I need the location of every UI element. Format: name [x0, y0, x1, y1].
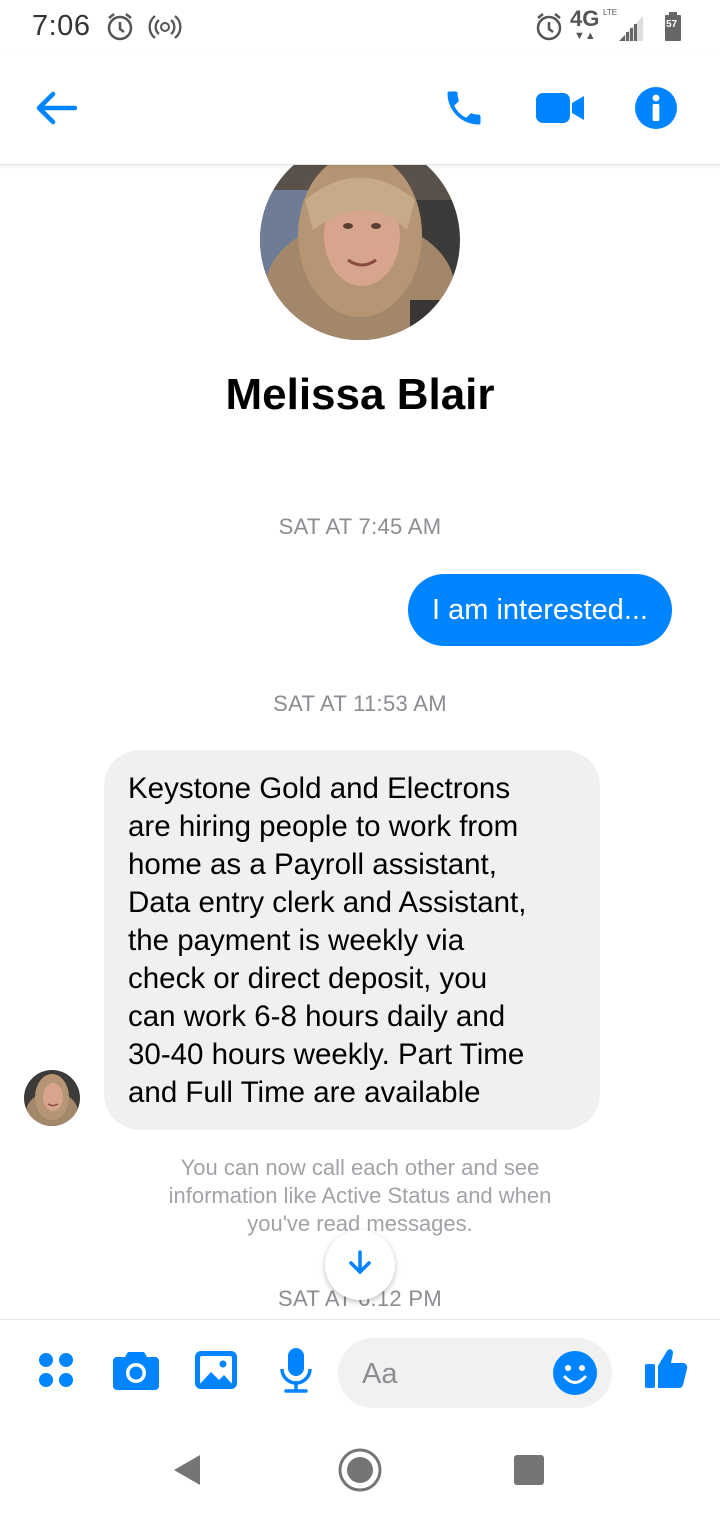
data-arrows-icon: ▼▲ — [574, 30, 596, 42]
outgoing-message-bubble[interactable]: I am interested... — [408, 574, 672, 646]
gallery-icon — [194, 1350, 238, 1395]
info-icon — [634, 86, 678, 135]
nav-back-button[interactable] — [162, 1447, 212, 1497]
arrow-down-icon — [345, 1248, 375, 1283]
back-arrow-icon — [35, 90, 78, 131]
gallery-button[interactable] — [192, 1348, 240, 1396]
conversation-header — [0, 56, 720, 165]
network-type: 4G — [570, 6, 600, 31]
signal-icon — [618, 14, 644, 47]
profile-avatar[interactable] — [260, 164, 460, 340]
message-line: check or direct deposit, you — [128, 962, 488, 995]
voice-call-button[interactable] — [434, 80, 494, 140]
message-line: 30-40 hours weekly. Part Time — [128, 1038, 525, 1071]
lte-label: LTE — [603, 8, 618, 17]
menu-dots-icon — [37, 1351, 75, 1394]
microphone-icon — [278, 1347, 314, 1398]
message-input-placeholder: Aa — [362, 1358, 398, 1390]
voice-message-button[interactable] — [272, 1347, 320, 1398]
status-time: 7:06 — [32, 10, 91, 42]
back-button[interactable] — [26, 80, 86, 140]
message-thread[interactable]: Melissa Blair SAT AT 7:45 AM I am intere… — [0, 164, 720, 1319]
recents-square-icon — [513, 1454, 545, 1491]
camera-icon — [113, 1350, 159, 1395]
profile-name: Melissa Blair — [225, 370, 495, 419]
battery-level: 57 — [666, 19, 678, 30]
sender-avatar[interactable] — [24, 1070, 80, 1126]
message-line: Keystone Gold and Electrons — [128, 772, 511, 805]
message-line: can work 6-8 hours daily and — [128, 1000, 506, 1033]
thumbs-up-icon — [643, 1345, 689, 1396]
video-camera-icon — [535, 90, 585, 131]
back-triangle-icon — [172, 1453, 202, 1492]
home-circle-icon — [337, 1447, 383, 1498]
message-line: Data entry clerk and Assistant, — [128, 886, 527, 919]
like-button[interactable] — [642, 1346, 690, 1394]
chat-info-notice: You can now call each other and see info… — [168, 1155, 552, 1236]
status-bar: 7:06 4G LTE ▼▲ 57 — [0, 0, 720, 56]
message-line: are hiring people to work from — [128, 810, 519, 843]
message-input[interactable]: Aa — [338, 1338, 612, 1408]
video-call-button[interactable] — [530, 80, 590, 140]
nav-home-button[interactable] — [335, 1447, 385, 1497]
message-line: the payment is weekly via — [128, 924, 465, 957]
alarm-icon — [535, 12, 563, 47]
message-line: home as a Payroll assistant, — [128, 848, 497, 881]
nav-recents-button[interactable] — [504, 1447, 554, 1497]
conversation-info-button[interactable] — [626, 80, 686, 140]
scroll-to-bottom-button[interactable] — [325, 1230, 395, 1300]
incoming-message-bubble[interactable]: Keystone Gold and Electrons are hiring p… — [104, 750, 600, 1130]
message-composer: Aa — [0, 1319, 720, 1424]
more-actions-button[interactable] — [32, 1348, 80, 1396]
message-timestamp: SAT AT 7:45 AM — [278, 514, 442, 539]
alarm-icon — [106, 12, 134, 47]
phone-icon — [442, 86, 486, 135]
message-line: and Full Time are available — [128, 1076, 481, 1109]
camera-button[interactable] — [112, 1348, 160, 1396]
message-timestamp: SAT AT 11:53 AM — [273, 691, 447, 716]
emoji-icon[interactable] — [552, 1350, 598, 1396]
system-navigation-bar — [0, 1423, 720, 1520]
hotspot-icon — [148, 12, 182, 47]
